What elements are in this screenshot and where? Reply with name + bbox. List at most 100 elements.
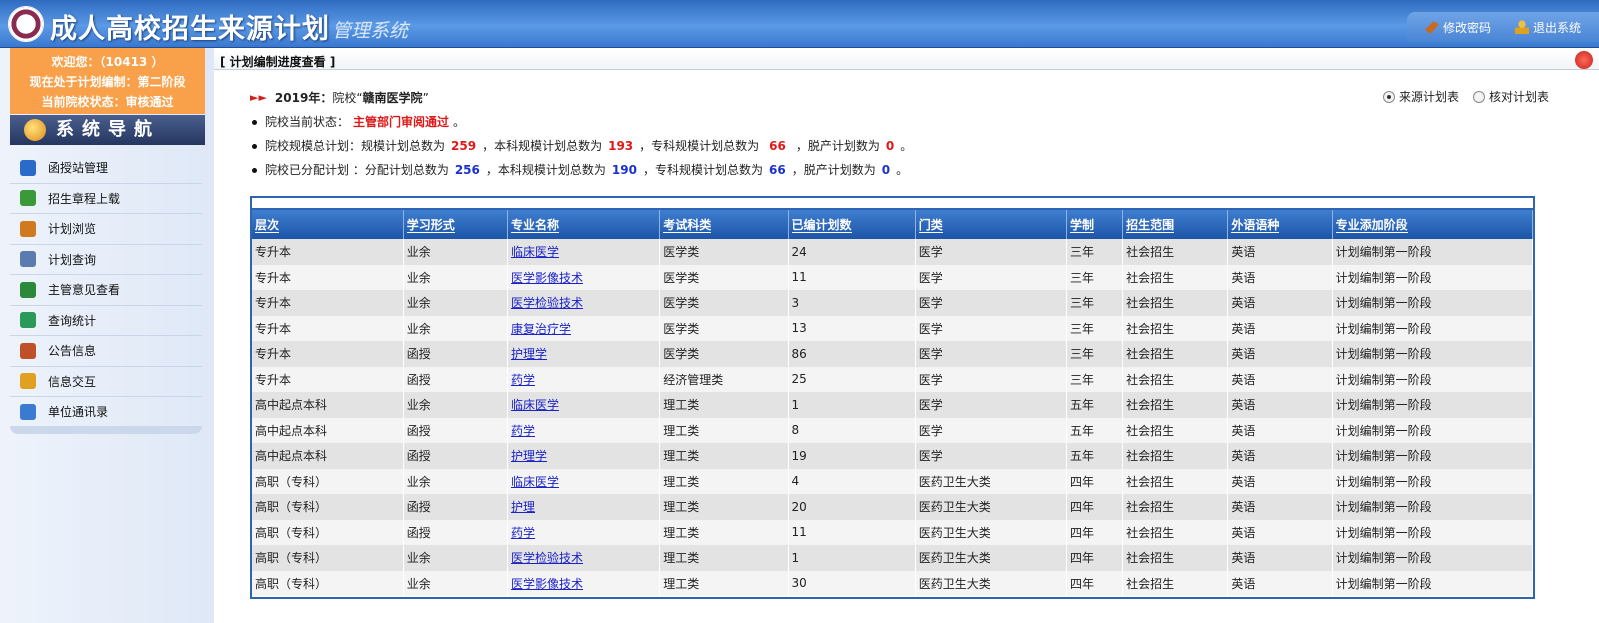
status-line: 院校当前状态： 主管部门审阅通过 。 — [250, 110, 912, 134]
column-header-label: 已编计划数 — [791, 218, 852, 233]
major-link[interactable]: 护理学 — [511, 347, 547, 361]
table-cell: 函授 — [403, 519, 508, 545]
major-link[interactable]: 护理学 — [511, 449, 547, 463]
major-link[interactable]: 医学影像技术 — [511, 577, 583, 591]
table-cell: 社会招生 — [1122, 443, 1229, 469]
major-link[interactable]: 医学影像技术 — [511, 271, 583, 285]
major-link[interactable]: 药学 — [511, 373, 535, 387]
year-line: ►► 2019年： 院校“ 赣南医学院 ” — [250, 86, 912, 110]
scale-benke: 193 — [608, 139, 634, 153]
table-cell: 社会招生 — [1122, 392, 1229, 418]
table-cell: 业余 — [403, 392, 508, 418]
major-link[interactable]: 临床医学 — [511, 245, 559, 259]
column-header-7[interactable]: 招生范围 — [1122, 210, 1229, 239]
sidebar-item-2[interactable]: 计划浏览 — [10, 214, 202, 245]
system-title: 成人高校招生来源计划 — [50, 14, 330, 45]
table-cell: 专升本 — [252, 341, 404, 367]
table-cell: 三年 — [1066, 264, 1124, 290]
table-cell: 30 — [788, 570, 916, 596]
table-cell: 高职（专科） — [252, 519, 404, 545]
change-password-button[interactable]: 修改密码 — [1424, 19, 1491, 36]
sidebar-item-7[interactable]: 信息交互 — [10, 367, 202, 397]
column-header-4[interactable]: 已编计划数 — [788, 210, 916, 239]
sidebar-item-label: 函授站管理 — [48, 161, 109, 176]
table-row: 专升本 业余 医学影像技术 医学类 11 医学 三年 社会招生 英语 计划编制第一阶段 — [252, 264, 1534, 290]
table-cell: 医学 — [915, 239, 1068, 265]
sidebar-item-0[interactable]: 函授站管理 — [10, 153, 202, 184]
status-label: 院校当前状态： — [265, 115, 350, 129]
year-prefix: 2019年： — [274, 91, 333, 105]
table-cell: 计划编制第一阶段 — [1332, 519, 1534, 545]
table-cell: 业余 — [403, 545, 508, 571]
major-link[interactable]: 药学 — [511, 526, 535, 540]
column-header-label: 学制 — [1070, 218, 1095, 233]
nav-bottom-edge — [10, 426, 202, 434]
major-link[interactable]: 医学检验技术 — [511, 551, 583, 565]
table-cell: 高职（专科） — [252, 545, 404, 571]
sidebar-item-label: 计划浏览 — [48, 222, 97, 237]
main-content: [ 计划编制进度查看 ] ►► 2019年： 院校“ 赣南医学院 ” 院校当前状… — [214, 48, 1599, 623]
table-cell: 专升本 — [252, 290, 404, 316]
table-cell: 理工类 — [659, 443, 789, 469]
table-cell: 高职（专科） — [252, 494, 404, 520]
major-link[interactable]: 临床医学 — [511, 475, 559, 489]
sidebar-item-3[interactable]: 计划查询 — [10, 245, 202, 275]
major-link[interactable]: 医学检验技术 — [511, 296, 583, 310]
refresh-icon — [20, 312, 36, 329]
table-cell: 三年 — [1066, 290, 1124, 316]
breadcrumb-bar: [ 计划编制进度查看 ] — [214, 50, 1599, 70]
table-cell: 3 — [788, 290, 916, 316]
sidebar-item-8[interactable]: 单位通讯录 — [10, 397, 202, 428]
column-header-1[interactable]: 学习形式 — [403, 210, 508, 239]
table-icon — [20, 220, 36, 237]
table-cell: 四年 — [1066, 468, 1124, 494]
alloc-tuochan: 0 — [881, 163, 891, 177]
column-header-label: 专业名称 — [510, 218, 559, 233]
sidebar-item-4[interactable]: 主管意见查看 — [10, 275, 202, 306]
table-cell: 24 — [788, 239, 916, 265]
welcome-text: 欢迎您：（10413 ） — [51, 55, 164, 69]
logout-button[interactable]: 退出系统 — [1514, 19, 1581, 36]
table-cell: 1 — [788, 392, 916, 418]
column-header-0[interactable]: 层次 — [252, 210, 404, 239]
column-header-8[interactable]: 外语语种 — [1227, 210, 1333, 239]
school-name: 赣南医学院 — [362, 91, 423, 105]
table-cell: 高职（专科） — [252, 468, 404, 494]
table-cell: 计划编制第一阶段 — [1332, 392, 1534, 418]
sidebar-item-6[interactable]: 公告信息 — [10, 336, 202, 367]
sidebar-item-5[interactable]: 查询统计 — [10, 306, 202, 336]
check-plan-radio[interactable]: 核对计划表 — [1472, 88, 1549, 105]
table-cell: 1 — [788, 545, 916, 571]
table-cell: 医学影像技术 — [507, 264, 661, 290]
source-plan-radio[interactable]: 来源计划表 — [1382, 88, 1459, 105]
sidebar-item-1[interactable]: 招生章程上载 — [10, 184, 202, 214]
column-header-5[interactable]: 门类 — [915, 210, 1068, 239]
year-suffix: ” — [422, 91, 429, 105]
major-link[interactable]: 药学 — [511, 424, 535, 438]
table-cell: 高中起点本科 — [252, 417, 404, 443]
refresh-icon[interactable] — [1575, 51, 1593, 69]
bullet-icon — [252, 143, 257, 149]
column-header-label: 外语语种 — [1231, 218, 1280, 233]
table-cell: 计划编制第一阶段 — [1332, 315, 1534, 341]
column-header-6[interactable]: 学制 — [1066, 210, 1124, 239]
column-header-2[interactable]: 专业名称 — [507, 210, 661, 239]
table-row: 专升本 业余 临床医学 医学类 24 医学 三年 社会招生 英语 计划编制第一阶段 — [252, 239, 1534, 265]
radio-unchecked-icon[interactable] — [1472, 90, 1485, 103]
column-header-9[interactable]: 专业添加阶段 — [1332, 210, 1534, 239]
radio-checked-icon[interactable] — [1382, 90, 1395, 103]
table-cell: 社会招生 — [1122, 239, 1229, 265]
table-cell: 三年 — [1066, 366, 1124, 392]
table-cell: 医药卫生大类 — [915, 468, 1068, 494]
table-row: 专升本 函授 药学 经济管理类 25 医学 三年 社会招生 英语 计划编制第一阶段 — [252, 366, 1534, 392]
table-cell: 英语 — [1227, 417, 1333, 443]
arrow-icon: ►► — [250, 91, 267, 104]
column-header-3[interactable]: 考试科类 — [659, 210, 789, 239]
major-link[interactable]: 临床医学 — [511, 398, 559, 412]
major-link[interactable]: 康复治疗学 — [511, 322, 571, 336]
table-cell: 医药卫生大类 — [915, 494, 1068, 520]
major-link[interactable]: 护理 — [511, 500, 535, 514]
table-cell: 药学 — [507, 366, 661, 392]
column-header-label: 考试科类 — [663, 218, 712, 233]
table-cell: 社会招生 — [1122, 264, 1229, 290]
